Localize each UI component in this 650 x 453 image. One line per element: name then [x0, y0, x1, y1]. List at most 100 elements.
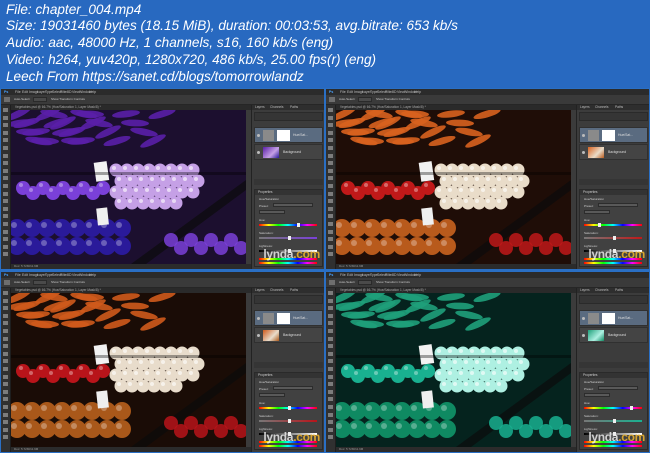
hue-knob[interactable]: [288, 406, 291, 410]
hue-slider[interactable]: [584, 223, 642, 227]
hue-slider[interactable]: [259, 223, 317, 227]
tool-icon[interactable]: [3, 237, 8, 242]
channel-dropdown[interactable]: [584, 393, 610, 397]
tool-icon[interactable]: [3, 329, 8, 333]
tool-icon[interactable]: [3, 374, 8, 379]
auto-select-dropdown[interactable]: [33, 280, 47, 285]
saturation-knob[interactable]: [613, 236, 616, 240]
tool-icon[interactable]: [3, 420, 8, 425]
tool-icon[interactable]: [328, 115, 333, 120]
tool-icon[interactable]: [3, 191, 8, 196]
layer-row-background[interactable]: Background: [579, 144, 648, 160]
tab-channels[interactable]: Channels: [270, 105, 283, 110]
tool-icon[interactable]: [3, 138, 8, 143]
layer-row-background[interactable]: Background: [254, 327, 323, 343]
tool-icon[interactable]: [328, 214, 333, 219]
tool-icon[interactable]: [3, 313, 8, 318]
preset-dropdown[interactable]: [598, 386, 638, 390]
tool-icon[interactable]: [328, 291, 333, 295]
tool-icon[interactable]: [328, 237, 333, 242]
tool-icon[interactable]: [328, 161, 333, 166]
tool-icon[interactable]: [328, 435, 333, 440]
tool-icon[interactable]: [328, 306, 333, 311]
saturation-knob[interactable]: [613, 419, 616, 423]
tool-icon[interactable]: [328, 244, 333, 249]
tab-layers[interactable]: Layers: [580, 288, 590, 293]
tool-icon[interactable]: [328, 176, 333, 181]
tool-icon[interactable]: [3, 351, 8, 356]
layer-mask-thumbnail[interactable]: [602, 130, 615, 141]
eye-icon[interactable]: [257, 151, 260, 154]
tool-icon[interactable]: [328, 412, 333, 417]
layer-filter-bar[interactable]: [254, 112, 323, 121]
saturation-slider[interactable]: [259, 236, 317, 240]
layer-row-background[interactable]: Background: [254, 144, 323, 160]
tool-icon[interactable]: [3, 291, 8, 295]
tool-icon[interactable]: [328, 367, 333, 371]
tool-icon[interactable]: [3, 427, 8, 432]
move-tool-icon[interactable]: [4, 97, 10, 102]
eye-icon[interactable]: [582, 151, 585, 154]
move-tool-icon[interactable]: [329, 97, 335, 102]
eye-icon[interactable]: [582, 317, 585, 320]
hue-knob[interactable]: [297, 223, 300, 227]
tool-icon[interactable]: [328, 351, 333, 356]
tab-layers[interactable]: Layers: [580, 105, 590, 110]
tab-channels[interactable]: Channels: [595, 105, 608, 110]
tool-icon[interactable]: [328, 184, 333, 188]
layer-filter-bar[interactable]: [579, 112, 648, 121]
saturation-knob[interactable]: [288, 419, 291, 423]
tool-icon[interactable]: [3, 389, 8, 394]
tool-icon[interactable]: [3, 130, 8, 135]
image-canvas[interactable]: [336, 293, 571, 447]
auto-select-dropdown[interactable]: [33, 97, 47, 102]
tab-channels[interactable]: Channels: [595, 288, 608, 293]
saturation-slider[interactable]: [584, 419, 642, 423]
tool-icon[interactable]: [328, 168, 333, 173]
tool-icon[interactable]: [328, 374, 333, 379]
tool-icon[interactable]: [328, 153, 333, 158]
tool-icon[interactable]: [328, 321, 333, 326]
tool-icon[interactable]: [3, 344, 8, 349]
tool-icon[interactable]: [328, 191, 333, 196]
image-canvas[interactable]: [336, 110, 571, 264]
tool-icon[interactable]: [3, 123, 8, 128]
tool-icon[interactable]: [3, 176, 8, 181]
saturation-knob[interactable]: [288, 236, 291, 240]
tool-icon[interactable]: [328, 382, 333, 387]
tool-icon[interactable]: [328, 359, 333, 364]
layer-mask-thumbnail[interactable]: [277, 313, 290, 324]
layer-row-background[interactable]: Background: [579, 327, 648, 343]
tool-icon[interactable]: [3, 405, 8, 409]
saturation-slider[interactable]: [584, 236, 642, 240]
hue-slider[interactable]: [584, 406, 642, 410]
tool-icon[interactable]: [3, 367, 8, 371]
hue-knob[interactable]: [598, 223, 601, 227]
tool-icon[interactable]: [328, 313, 333, 318]
tool-icon[interactable]: [328, 397, 333, 402]
tool-icon[interactable]: [3, 298, 8, 303]
tab-channels[interactable]: Channels: [270, 288, 283, 293]
tab-layers[interactable]: Layers: [255, 288, 265, 293]
tool-icon[interactable]: [3, 222, 8, 226]
tab-paths[interactable]: Paths: [290, 288, 298, 293]
tool-icon[interactable]: [3, 161, 8, 166]
tool-icon[interactable]: [328, 252, 333, 257]
tab-layers[interactable]: Layers: [255, 105, 265, 110]
eye-icon[interactable]: [257, 317, 260, 320]
hue-knob[interactable]: [630, 406, 633, 410]
tool-icon[interactable]: [3, 252, 8, 257]
channel-dropdown[interactable]: [259, 210, 285, 214]
tool-icon[interactable]: [328, 329, 333, 333]
tool-icon[interactable]: [328, 229, 333, 234]
layer-mask-thumbnail[interactable]: [277, 130, 290, 141]
tool-icon[interactable]: [3, 397, 8, 402]
tool-icon[interactable]: [3, 206, 8, 211]
tool-icon[interactable]: [328, 199, 333, 204]
tool-icon[interactable]: [328, 420, 333, 425]
tool-icon[interactable]: [328, 146, 333, 150]
tool-icon[interactable]: [3, 184, 8, 188]
tool-icon[interactable]: [3, 229, 8, 234]
tool-icon[interactable]: [328, 222, 333, 226]
show-transform-label[interactable]: Show Transform Controls: [376, 95, 410, 104]
